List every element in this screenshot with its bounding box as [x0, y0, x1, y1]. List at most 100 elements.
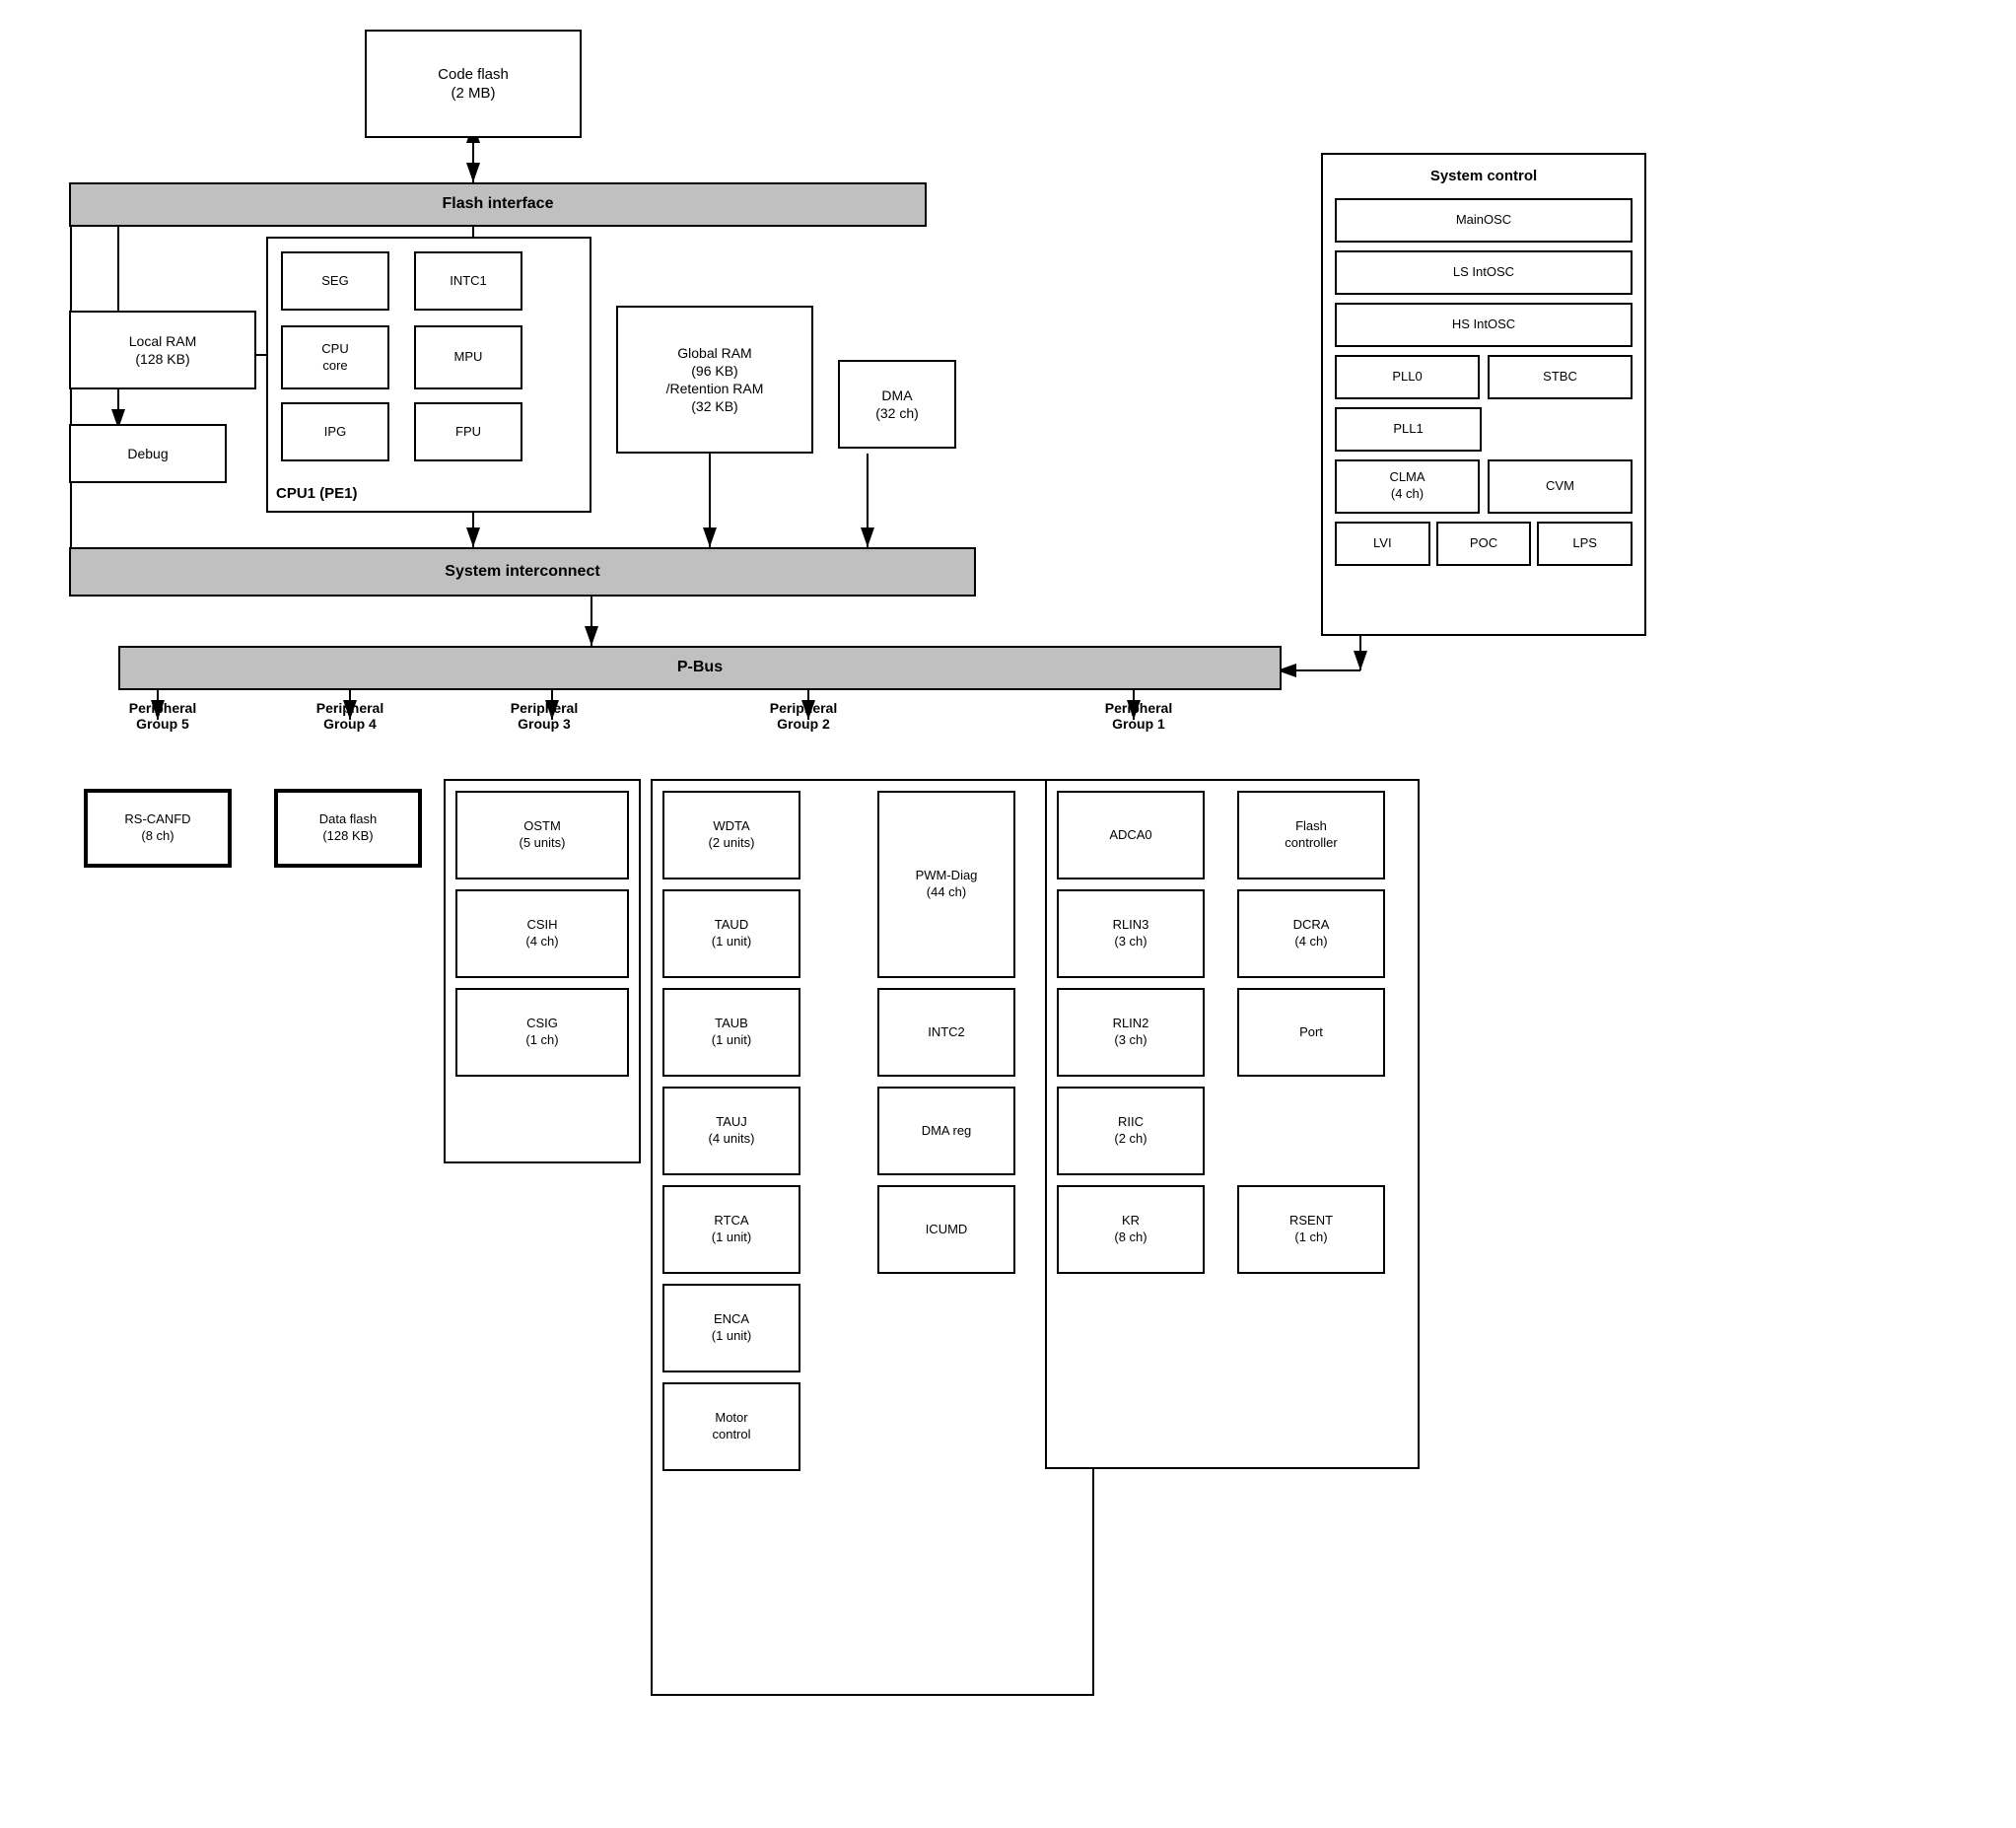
peripheral-group1-label: Peripheral Group 1 [1065, 700, 1213, 732]
tauj-label: TAUJ (4 units) [709, 1114, 755, 1148]
pll0-box: PLL0 [1335, 355, 1480, 399]
cpu-core-box: CPU core [281, 325, 389, 389]
kr-box: KR (8 ch) [1057, 1185, 1205, 1274]
intc1-label: INTC1 [450, 273, 487, 290]
rtca-label: RTCA (1 unit) [712, 1213, 751, 1246]
rlin2-label: RLIN2 (3 ch) [1113, 1016, 1149, 1049]
data-flash-label: Data flash (128 KB) [319, 811, 378, 845]
intc2-box: INTC2 [877, 988, 1015, 1077]
mpu-label: MPU [454, 349, 483, 366]
flash-interface-box: Flash interface [69, 182, 927, 227]
peripheral-group5-label: Peripheral Group 5 [99, 700, 227, 732]
peripheral-group4-label: Peripheral Group 4 [286, 700, 414, 732]
peripheral-group3-label: Peripheral Group 3 [480, 700, 608, 732]
intc1-box: INTC1 [414, 251, 522, 311]
p-bus-box: P-Bus [118, 646, 1282, 690]
debug-label: Debug [127, 445, 168, 462]
fpu-box: FPU [414, 402, 522, 461]
dma-label: DMA (32 ch) [875, 387, 919, 422]
flash-interface-label: Flash interface [443, 194, 554, 215]
code-flash-box: Code flash (2 MB) [365, 30, 582, 138]
wdta-label: WDTA (2 units) [709, 818, 755, 852]
peripheral-group2-box: WDTA (2 units) TAUD (1 unit) TAUB (1 uni… [651, 779, 1094, 1696]
rsent-label: RSENT (1 ch) [1289, 1213, 1333, 1246]
system-interconnect-box: System interconnect [69, 547, 976, 597]
pwm-diag-label: PWM-Diag (44 ch) [916, 868, 978, 901]
local-ram-box: Local RAM (128 KB) [69, 311, 256, 389]
diagram: Code flash (2 MB) Flash interface Local … [0, 0, 2016, 1828]
csih-label: CSIH (4 ch) [525, 917, 558, 950]
mpu-box: MPU [414, 325, 522, 389]
lps-box: LPS [1537, 522, 1633, 566]
local-ram-label: Local RAM (128 KB) [129, 332, 196, 368]
main-osc-box: MainOSC [1335, 198, 1633, 243]
peripheral-group3-box: OSTM (5 units) CSIH (4 ch) CSIG (1 ch) [444, 779, 641, 1163]
ls-intosc-box: LS IntOSC [1335, 250, 1633, 295]
taud-box: TAUD (1 unit) [662, 889, 800, 978]
stbc-box: STBC [1488, 355, 1633, 399]
riic-box: RIIC (2 ch) [1057, 1087, 1205, 1175]
adca0-box: ADCA0 [1057, 791, 1205, 879]
cvm-box: CVM [1488, 459, 1633, 514]
port-label: Port [1299, 1024, 1323, 1041]
intc2-label: INTC2 [928, 1024, 965, 1041]
dma-reg-label: DMA reg [922, 1123, 972, 1140]
global-ram-box: Global RAM (96 KB) /Retention RAM (32 KB… [616, 306, 813, 454]
system-control-box: System control MainOSC LS IntOSC HS IntO… [1321, 153, 1646, 636]
peripheral-group1-box: ADCA0 RLIN3 (3 ch) RLIN2 (3 ch) RIIC (2 … [1045, 779, 1420, 1469]
code-flash-label: Code flash (2 MB) [438, 65, 509, 104]
ostm-box: OSTM (5 units) [455, 791, 629, 879]
csig-label: CSIG (1 ch) [525, 1016, 558, 1049]
global-ram-label: Global RAM (96 KB) /Retention RAM (32 KB… [666, 344, 764, 416]
pwm-diag-box: PWM-Diag (44 ch) [877, 791, 1015, 978]
ipg-box: IPG [281, 402, 389, 461]
rlin3-label: RLIN3 (3 ch) [1113, 917, 1149, 950]
peripheral-group2-label: Peripheral Group 2 [734, 700, 872, 732]
flash-controller-box: Flash controller [1237, 791, 1385, 879]
fpu-label: FPU [455, 424, 481, 441]
csig-box: CSIG (1 ch) [455, 988, 629, 1077]
motor-control-box: Motor control [662, 1382, 800, 1471]
data-flash-box: Data flash (128 KB) [274, 789, 422, 868]
seg-box: SEG [281, 251, 389, 311]
icumd-label: ICUMD [926, 1222, 968, 1238]
p-bus-label: P-Bus [677, 658, 723, 678]
ostm-label: OSTM (5 units) [520, 818, 566, 852]
flash-controller-label: Flash controller [1285, 818, 1337, 852]
hs-intosc-box: HS IntOSC [1335, 303, 1633, 347]
poc-box: POC [1436, 522, 1532, 566]
taud-label: TAUD (1 unit) [712, 917, 751, 950]
taub-label: TAUB (1 unit) [712, 1016, 751, 1049]
dma-box: DMA (32 ch) [838, 360, 956, 449]
dma-reg-box: DMA reg [877, 1087, 1015, 1175]
icumd-box: ICUMD [877, 1185, 1015, 1274]
clma-box: CLMA (4 ch) [1335, 459, 1480, 514]
dcra-box: DCRA (4 ch) [1237, 889, 1385, 978]
cpu-core-label: CPU core [321, 341, 348, 375]
rs-canfd-label: RS-CANFD (8 ch) [124, 811, 190, 845]
dcra-label: DCRA (4 ch) [1293, 917, 1330, 950]
csih-box: CSIH (4 ch) [455, 889, 629, 978]
tauj-box: TAUJ (4 units) [662, 1087, 800, 1175]
rs-canfd-box: RS-CANFD (8 ch) [84, 789, 232, 868]
rsent-box: RSENT (1 ch) [1237, 1185, 1385, 1274]
lvi-box: LVI [1335, 522, 1430, 566]
motor-control-label: Motor control [712, 1410, 750, 1443]
rtca-box: RTCA (1 unit) [662, 1185, 800, 1274]
ipg-label: IPG [324, 424, 346, 441]
debug-box: Debug [69, 424, 227, 483]
riic-label: RIIC (2 ch) [1114, 1114, 1147, 1148]
wdta-box: WDTA (2 units) [662, 791, 800, 879]
enca-box: ENCA (1 unit) [662, 1284, 800, 1372]
rlin3-box: RLIN3 (3 ch) [1057, 889, 1205, 978]
port-box: Port [1237, 988, 1385, 1077]
cpu1-label: CPU1 (PE1) [276, 484, 358, 504]
taub-box: TAUB (1 unit) [662, 988, 800, 1077]
rlin2-box: RLIN2 (3 ch) [1057, 988, 1205, 1077]
enca-label: ENCA (1 unit) [712, 1311, 751, 1345]
system-interconnect-label: System interconnect [445, 562, 599, 583]
seg-label: SEG [321, 273, 348, 290]
kr-label: KR (8 ch) [1114, 1213, 1147, 1246]
adca0-label: ADCA0 [1109, 827, 1151, 844]
system-control-title: System control [1335, 167, 1633, 186]
